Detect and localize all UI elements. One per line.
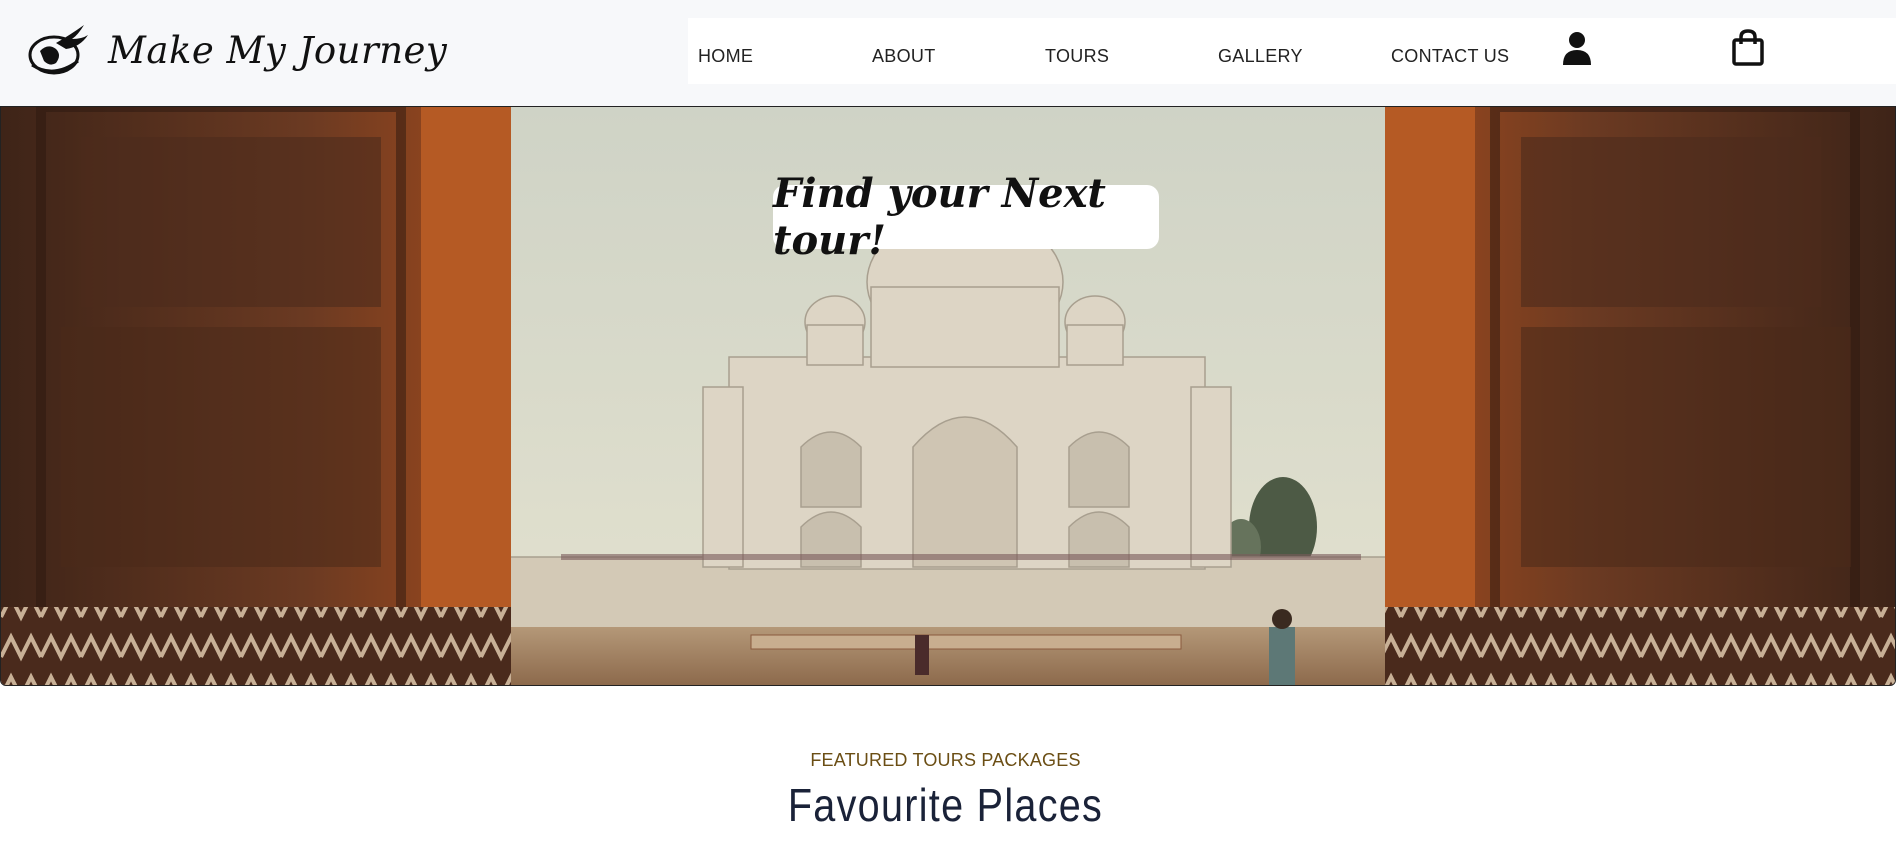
- section-eyebrow: FEATURED TOURS PACKAGES: [810, 750, 1081, 770]
- user-icon[interactable]: [1561, 30, 1593, 66]
- shopping-bag-icon[interactable]: [1731, 28, 1765, 66]
- brand-logo[interactable]: Make My Journey: [26, 20, 447, 80]
- globe-bird-logo-icon: [28, 25, 88, 75]
- nav-tours[interactable]: TOURS: [1045, 46, 1109, 67]
- main-nav: HOME ABOUT TOURS GALLERY CONTACT US: [688, 18, 1896, 84]
- hero-banner: Find your Next tour!: [0, 106, 1896, 686]
- site-header: Make My Journey HOME ABOUT TOURS GALLERY…: [0, 0, 1896, 106]
- nav-about[interactable]: ABOUT: [872, 46, 936, 67]
- hero-title: Find your Next tour!: [773, 170, 1159, 264]
- nav-gallery[interactable]: GALLERY: [1218, 46, 1303, 67]
- nav-home[interactable]: HOME: [698, 46, 753, 67]
- brand-name: Make My Journey: [108, 28, 448, 72]
- section-title: Favourite Places: [787, 779, 1104, 831]
- nav-contact-us[interactable]: CONTACT US: [1391, 46, 1509, 67]
